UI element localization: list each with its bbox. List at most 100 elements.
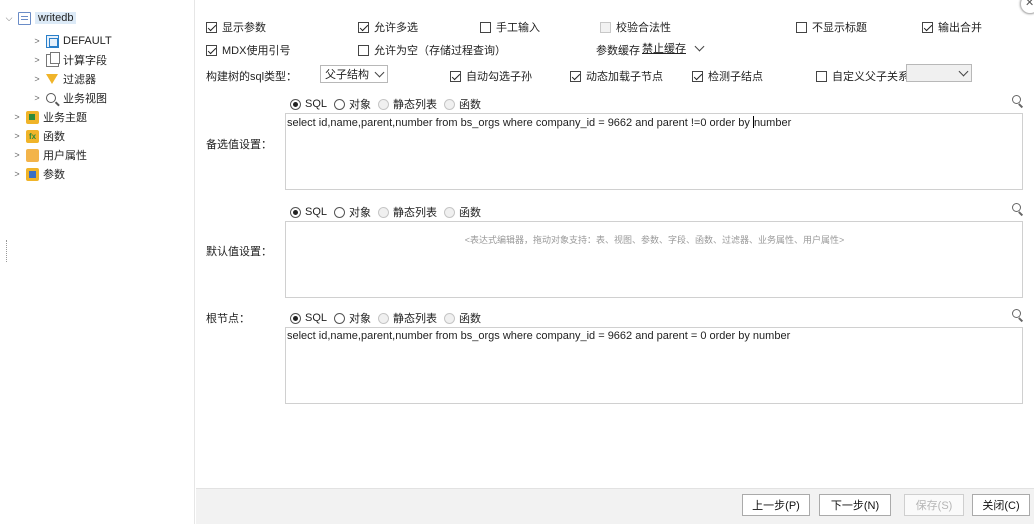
search-icon[interactable] xyxy=(1012,203,1023,214)
root-node-label: 根节点： xyxy=(206,313,250,325)
checkbox-checked[interactable] xyxy=(206,21,217,33)
radio-object[interactable]: 对象 xyxy=(334,96,371,112)
chevron-down-icon xyxy=(374,67,385,77)
filter-icon xyxy=(46,74,58,84)
function-icon: fx xyxy=(26,129,39,143)
radio-static-list[interactable]: 静态列表 xyxy=(378,204,437,220)
radio-object[interactable]: 对象 xyxy=(334,310,371,326)
chevron-right-icon[interactable]: > xyxy=(12,131,22,141)
tree-item-label: 函数 xyxy=(43,131,65,143)
checkbox-checked[interactable] xyxy=(450,70,461,82)
save-button[interactable]: 保存(S) xyxy=(904,494,964,516)
tree-sql-type-select[interactable]: 父子结构 xyxy=(320,65,388,83)
chevron-down-icon xyxy=(958,66,969,76)
tree-item-parameters[interactable]: > 参数 xyxy=(12,165,65,183)
checkbox-checked[interactable] xyxy=(922,21,933,33)
candidate-label: 备选值设置： xyxy=(206,139,272,151)
chevron-down-icon xyxy=(694,41,705,51)
checkbox-checked[interactable] xyxy=(570,70,581,82)
radio-object[interactable]: 对象 xyxy=(334,204,371,220)
resource-tree: ⌵ writedb > DEFAULT > 计算字段 > 过滤器 > 业务视图 … xyxy=(0,0,195,524)
radio-sql[interactable]: SQL xyxy=(290,312,327,324)
business-topic-icon xyxy=(26,110,39,124)
database-icon xyxy=(18,11,31,25)
search-icon[interactable] xyxy=(1012,95,1023,106)
close-button[interactable]: 关闭(C) xyxy=(972,494,1030,516)
checkbox-unchecked[interactable] xyxy=(816,70,827,82)
tree-item-business-view[interactable]: > 业务视图 xyxy=(32,89,107,107)
tree-item-label: 过滤器 xyxy=(63,74,96,86)
custom-parent-child-select[interactable] xyxy=(906,64,972,82)
candidate-sql-editor[interactable]: select id,name,parent,number from bs_org… xyxy=(285,113,1023,190)
chevron-down-icon[interactable]: ⌵ xyxy=(4,13,14,23)
radio-static-list[interactable]: 静态列表 xyxy=(378,96,437,112)
detect-children-checkbox[interactable]: 检测子结点 xyxy=(692,68,763,84)
show-param-checkbox[interactable]: 显示参数 xyxy=(206,19,266,35)
button-bar: 上一步(P) 下一步(N) 保存(S) 关闭(C) xyxy=(196,488,1034,524)
tree-item-label: DEFAULT xyxy=(63,35,112,47)
search-view-icon xyxy=(46,93,56,103)
tree-sql-type-label: 构建树的sql类型： xyxy=(206,71,298,83)
next-button[interactable]: 下一步(N) xyxy=(819,494,891,516)
parameter-settings-panel: 显示参数 允许多选 手工输入 校验合法性 不显示标题 输出合并 MDX使用引号 … xyxy=(196,0,1034,524)
checkbox-checked[interactable] xyxy=(692,70,703,82)
tree-item-label: writedb xyxy=(35,12,77,24)
radio-function[interactable]: 函数 xyxy=(444,310,481,326)
chevron-right-icon[interactable]: > xyxy=(12,112,22,122)
chevron-right-icon[interactable]: > xyxy=(32,93,42,103)
tree-item-functions[interactable]: > fx 函数 xyxy=(12,127,65,145)
checkbox-disabled[interactable] xyxy=(600,21,611,33)
chevron-right-icon[interactable]: > xyxy=(32,55,42,65)
mdx-quote-checkbox[interactable]: MDX使用引号 xyxy=(206,42,290,58)
tree-item-user-attributes[interactable]: > 用户属性 xyxy=(12,146,87,164)
tree-item-default[interactable]: > DEFAULT xyxy=(32,32,112,50)
default-label: 默认值设置： xyxy=(206,246,272,258)
root-source-radio-group: SQL 对象 静态列表 函数 xyxy=(290,310,488,326)
radio-function[interactable]: 函数 xyxy=(444,96,481,112)
radio-static-list[interactable]: 静态列表 xyxy=(378,310,437,326)
tree-item-calculated-fields[interactable]: > 计算字段 xyxy=(32,51,107,69)
tree-item-business-topic[interactable]: > 业务主题 xyxy=(12,108,87,126)
tree-item-writedb[interactable]: ⌵ writedb xyxy=(4,9,77,27)
default-expression-editor[interactable]: <表达式编辑器，拖动对象支持：表、视图、参数、字段、函数、过滤器、业务属性、用户… xyxy=(285,221,1023,298)
radio-sql[interactable]: SQL xyxy=(290,206,327,218)
custom-parent-child-checkbox[interactable]: 自定义父子关系 xyxy=(816,68,909,84)
chevron-right-icon[interactable]: > xyxy=(12,150,22,160)
tree-item-label: 参数 xyxy=(43,169,65,181)
checkbox-unchecked[interactable] xyxy=(480,21,491,33)
allow-multi-checkbox[interactable]: 允许多选 xyxy=(358,19,418,35)
chevron-right-icon[interactable]: > xyxy=(12,169,22,179)
parameter-icon xyxy=(26,167,39,181)
param-cache-label: 参数缓存 xyxy=(596,45,640,57)
radio-function[interactable]: 函数 xyxy=(444,204,481,220)
calculated-field-icon xyxy=(46,51,60,67)
prev-button[interactable]: 上一步(P) xyxy=(742,494,810,516)
auto-check-children-checkbox[interactable]: 自动勾选子孙 xyxy=(450,68,532,84)
validate-checkbox[interactable]: 校验合法性 xyxy=(600,19,671,35)
default-source-radio-group: SQL 对象 静态列表 函数 xyxy=(290,204,488,220)
radio-sql[interactable]: SQL xyxy=(290,98,327,110)
output-merge-checkbox[interactable]: 输出合并 xyxy=(922,19,982,35)
root-node-sql-editor[interactable]: select id,name,parent,number from bs_org… xyxy=(285,327,1023,404)
chevron-right-icon[interactable]: > xyxy=(32,74,42,84)
splitter-handle[interactable] xyxy=(6,240,8,262)
allow-empty-checkbox[interactable]: 允许为空（存储过程查询） xyxy=(358,42,506,58)
user-attribute-icon xyxy=(26,148,39,162)
manual-input-checkbox[interactable]: 手工输入 xyxy=(480,19,540,35)
checkbox-checked[interactable] xyxy=(358,21,369,33)
tree-item-label: 业务视图 xyxy=(63,93,107,105)
tree-item-label: 业务主题 xyxy=(43,112,87,124)
param-cache-select[interactable]: 禁止缓存 xyxy=(640,39,708,57)
tree-item-label: 计算字段 xyxy=(63,55,107,67)
checkbox-unchecked[interactable] xyxy=(358,44,369,56)
candidate-source-radio-group: SQL 对象 静态列表 函数 xyxy=(290,96,488,112)
search-icon[interactable] xyxy=(1012,309,1023,320)
expression-placeholder: <表达式编辑器，拖动对象支持：表、视图、参数、字段、函数、过滤器、业务属性、用户… xyxy=(464,235,845,245)
checkbox-unchecked[interactable] xyxy=(796,21,807,33)
dynamic-load-checkbox[interactable]: 动态加载子节点 xyxy=(570,68,663,84)
hide-title-checkbox[interactable]: 不显示标题 xyxy=(796,19,867,35)
checkbox-checked[interactable] xyxy=(206,44,217,56)
chevron-right-icon[interactable]: > xyxy=(32,36,42,46)
tree-item-filters[interactable]: > 过滤器 xyxy=(32,70,96,88)
tree-item-label: 用户属性 xyxy=(43,150,87,162)
